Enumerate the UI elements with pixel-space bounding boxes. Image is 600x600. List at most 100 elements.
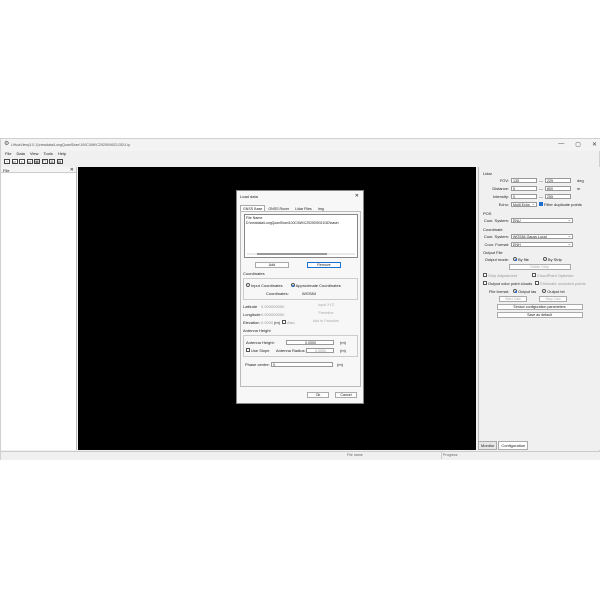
elevation-input[interactable]: 0.0000	[261, 320, 274, 325]
checkbox-unchecked-icon	[483, 273, 487, 278]
phase-centre-input[interactable]: 0	[271, 361, 333, 367]
add-button[interactable]: Add	[255, 262, 289, 268]
distance-label: Distance:	[492, 185, 509, 191]
settings-icon[interactable]: ▤	[56, 158, 63, 164]
cloudpoint-optimize-checkbox[interactable]: CloudPoint Optimize	[532, 273, 574, 278]
checkbox-checked-icon	[539, 202, 543, 207]
save-icon[interactable]: ▪	[19, 158, 25, 164]
tab-monitor[interactable]: Monitor	[478, 441, 498, 450]
antenna-section-title: Antenna Height	[243, 328, 271, 333]
dialog-close-icon[interactable]: ✕	[355, 193, 359, 199]
longitude-input[interactable]: 0.000000000	[261, 312, 309, 317]
new-icon[interactable]: ▫	[4, 158, 10, 164]
output-color-checkbox[interactable]: Output color point clouds	[483, 281, 532, 286]
file-panel: File ✕	[1, 167, 77, 450]
phase-centre-label: Phase centre:	[245, 361, 270, 367]
file-list-scrollbar[interactable]	[247, 253, 355, 255]
antenna-radius-unit: (m)	[340, 347, 346, 353]
coord-system-label: Coor. System:	[483, 233, 509, 239]
grid-icon[interactable]: ▦	[34, 158, 40, 164]
start-calc-button[interactable]: Start Calc	[499, 296, 527, 302]
open-icon[interactable]: ▱	[11, 158, 18, 164]
sensor-config-button[interactable]: Sensor configuration parameters	[496, 304, 583, 310]
fov-separator: —	[539, 177, 543, 183]
file-list-item[interactable]: D:\newdata\LongQuanShan\100C\5W\C29250\9…	[245, 221, 357, 225]
distance-min-input[interactable]: 5	[511, 185, 537, 191]
ok-button[interactable]: Ok	[307, 392, 329, 398]
latitude-input[interactable]: 0.000000000	[261, 304, 309, 309]
fov-max-input[interactable]: 225	[545, 177, 571, 183]
cancel-button[interactable]: Cancel	[335, 392, 357, 398]
dialog-body: File Name D:\newdata\LongQuanShan\100C\5…	[240, 211, 361, 387]
pos-coor-system-label: Coor. System:	[483, 217, 509, 223]
maximize-button[interactable]: ▢	[575, 141, 581, 148]
distance-max-input[interactable]: 800	[545, 185, 571, 191]
elevation-unit: (m)	[274, 319, 280, 325]
status-file-name: File name	[347, 453, 363, 457]
checkbox-unchecked-icon	[535, 281, 540, 286]
antenna-height-label: Antenna Height:	[246, 339, 275, 345]
radio-unselected-icon	[542, 257, 547, 262]
antenna-height-input[interactable]: 0.0000	[286, 339, 334, 345]
remove-button[interactable]: Remove	[307, 262, 341, 268]
file-panel-close-icon[interactable]: ✕	[70, 167, 74, 173]
antenna-radius-input[interactable]: 0.0000	[306, 347, 334, 353]
folder-icon[interactable]: ▭	[26, 158, 33, 164]
minimize-button[interactable]: —	[558, 141, 564, 148]
eliminate-occluded-checkbox[interactable]: Eliminate occluded points	[535, 280, 586, 286]
fov-label: FOV:	[499, 177, 509, 183]
stop-calc-button[interactable]: Stop Calc	[539, 296, 567, 302]
tab-configuration[interactable]: Configuration	[498, 441, 529, 450]
parseline-button[interactable]: Parseline	[309, 311, 343, 317]
window-title: LiHuaView(4.0.1)\newdata\LongQuanShan\10…	[11, 143, 131, 147]
antenna-radius-label: Antenna Radius:	[276, 347, 306, 353]
eliminate-occluded-label: Eliminate occluded points	[540, 280, 586, 286]
intensity-min-input[interactable]: 0	[511, 193, 537, 199]
by-file-label: By file	[518, 256, 529, 262]
strip-adjustment-checkbox[interactable]: Strip Adjustment	[483, 273, 517, 278]
by-file-radio[interactable]: By file	[513, 257, 529, 262]
coordinates-label: Coordinates:	[266, 290, 289, 296]
approximate-coordinates-label: Approximate Coordinates	[295, 282, 341, 288]
use-slope-checkbox[interactable]: Use Slope	[246, 348, 276, 353]
pos-coor-system-select[interactable]: ENU	[511, 217, 573, 223]
approximate-coordinates-radio[interactable]: Approximate Coordinates	[290, 282, 341, 288]
status-progress: Progress	[443, 453, 458, 457]
echo-select[interactable]: Multi Echo	[511, 201, 537, 207]
input-coordinates-radio[interactable]: Input Coordinates	[246, 283, 283, 288]
coord-system-select[interactable]: WGS84 Gauss Local	[511, 233, 573, 239]
title-bar: ⚙ LiHuaView(4.0.1)\newdata\LongQuanShan\…	[1, 139, 600, 151]
close-button[interactable]: ✕	[592, 141, 597, 148]
input-xyz-button[interactable]: Input XYZ	[309, 303, 343, 309]
output-las-radio[interactable]: Output las	[513, 289, 536, 294]
output-txt-radio[interactable]: Output txt	[542, 289, 565, 294]
file-list[interactable]: File Name D:\newdata\LongQuanShan\100C\5…	[244, 214, 358, 258]
coord-format-select[interactable]: ENH	[511, 241, 573, 247]
by-strip-label: By Strip	[547, 256, 562, 262]
output-mode-label: Output mode:	[484, 256, 509, 262]
divide-strip-button[interactable]: Divide Strip	[508, 264, 571, 270]
add-favorites-button[interactable]: Add to Favorites	[309, 319, 343, 325]
echo-label: Echo:	[498, 201, 509, 207]
distance-separator: —	[539, 185, 543, 191]
also-checkbox[interactable]: Also	[282, 320, 309, 325]
by-strip-radio[interactable]: By Strip	[542, 256, 562, 262]
antenna-height-unit: (m)	[340, 339, 346, 345]
dialog-title: Load data	[240, 194, 258, 199]
checkbox-unchecked-icon	[483, 281, 487, 286]
camera-icon[interactable]: ◘	[49, 158, 55, 164]
antenna-group: Antenna Height: 0.0000 (m) Use Slope Ant…	[243, 335, 358, 357]
app-gear-icon: ⚙	[4, 141, 10, 147]
intensity-max-input[interactable]: 255	[545, 193, 571, 199]
strip-adjustment-label: Strip Adjustment	[488, 272, 518, 278]
filter-duplicate-checkbox[interactable]: Filter duplicate points	[539, 202, 582, 207]
toolbar: ▫ ▱ ▪ ▭ ▦ ▢ ◘ ▤	[1, 157, 600, 165]
fov-min-input[interactable]: 135	[511, 177, 537, 183]
coordinates-value: WGS84	[302, 290, 317, 296]
radio-unselected-icon	[542, 289, 547, 294]
scrollbar-thumb[interactable]	[257, 253, 327, 255]
distance-unit: m	[577, 185, 581, 191]
configuration-panel: Lidar FOV: 135 — 225 deg Distance: 5 — 8…	[478, 167, 600, 450]
save-default-button[interactable]: Save as default	[496, 312, 583, 318]
monitor-icon[interactable]: ▢	[41, 158, 48, 164]
